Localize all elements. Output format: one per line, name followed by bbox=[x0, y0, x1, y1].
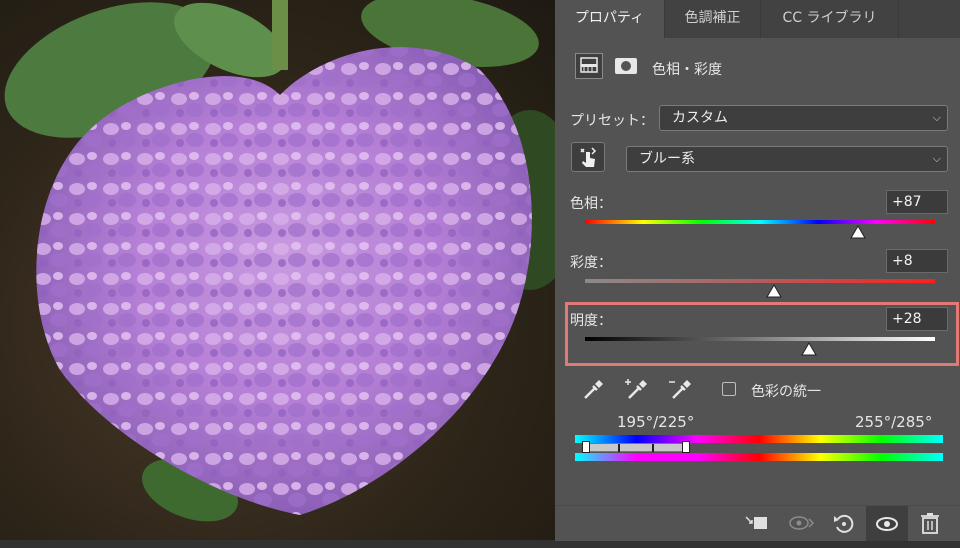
properties-panel: プロパティ 色調補正 CC ライブラリ 色相・彩度 プリセット： カスタム ⌵ … bbox=[555, 0, 960, 541]
eyedropper-plus-icon[interactable] bbox=[623, 376, 649, 402]
range-left-value: 195°/225° bbox=[617, 413, 695, 431]
eyedropper-icon[interactable] bbox=[581, 376, 607, 402]
chevron-down-icon: ⌵ bbox=[932, 111, 941, 124]
output-color-bar bbox=[575, 453, 943, 461]
hue-slider-track[interactable] bbox=[585, 220, 935, 224]
tab-adjustments[interactable]: 色調補正 bbox=[665, 0, 761, 38]
range-outer-left-handle[interactable] bbox=[582, 441, 590, 453]
range-inner-right-handle[interactable] bbox=[652, 444, 654, 452]
tab-properties[interactable]: プロパティ bbox=[555, 0, 665, 38]
bottom-toolbar bbox=[555, 505, 960, 541]
range-outer-right-handle[interactable] bbox=[682, 441, 690, 453]
layer-mask-icon[interactable] bbox=[613, 55, 639, 77]
range-selector[interactable] bbox=[585, 443, 687, 452]
colorize-checkbox[interactable] bbox=[722, 382, 736, 396]
hue-value-field[interactable]: +87 bbox=[886, 190, 948, 214]
hydrangea-photo bbox=[0, 0, 555, 540]
chevron-down-icon: ⌵ bbox=[932, 152, 941, 165]
lightness-value-field[interactable]: +28 bbox=[886, 307, 948, 331]
preset-value: カスタム bbox=[672, 110, 728, 126]
adjustment-layer-icon[interactable] bbox=[575, 53, 603, 79]
channel-select[interactable]: ブルー系 ⌵ bbox=[626, 146, 948, 172]
channel-value: ブルー系 bbox=[639, 151, 695, 167]
tab-cc-libraries[interactable]: CC ライブラリ bbox=[761, 0, 899, 38]
preset-label: プリセット： bbox=[570, 113, 654, 129]
lightness-label: 明度： bbox=[570, 313, 612, 329]
colorize-label: 色彩の統一 bbox=[751, 384, 821, 400]
range-inner-left-handle[interactable] bbox=[618, 444, 620, 452]
eyedropper-minus-icon[interactable] bbox=[667, 376, 693, 402]
photo-image bbox=[4, 0, 555, 522]
panel-tab-bar: プロパティ 色調補正 CC ライブラリ bbox=[555, 0, 960, 38]
reset-icon[interactable] bbox=[829, 511, 859, 537]
input-color-bar bbox=[575, 435, 943, 443]
target-adjust-icon[interactable] bbox=[571, 142, 605, 172]
view-previous-icon[interactable] bbox=[787, 511, 817, 537]
trash-icon[interactable] bbox=[915, 511, 945, 537]
hue-label: 色相： bbox=[570, 196, 612, 212]
clip-to-layer-icon[interactable] bbox=[742, 511, 772, 537]
preset-select[interactable]: カスタム ⌵ bbox=[659, 105, 948, 131]
adjustment-title: 色相・彩度 bbox=[652, 62, 722, 78]
visibility-icon[interactable] bbox=[866, 506, 908, 541]
saturation-label: 彩度： bbox=[570, 255, 612, 271]
lightness-slider-track[interactable] bbox=[585, 337, 935, 341]
saturation-slider-track[interactable] bbox=[585, 279, 935, 283]
saturation-value-field[interactable]: +8 bbox=[886, 249, 948, 273]
range-right-value: 255°/285° bbox=[855, 413, 933, 431]
